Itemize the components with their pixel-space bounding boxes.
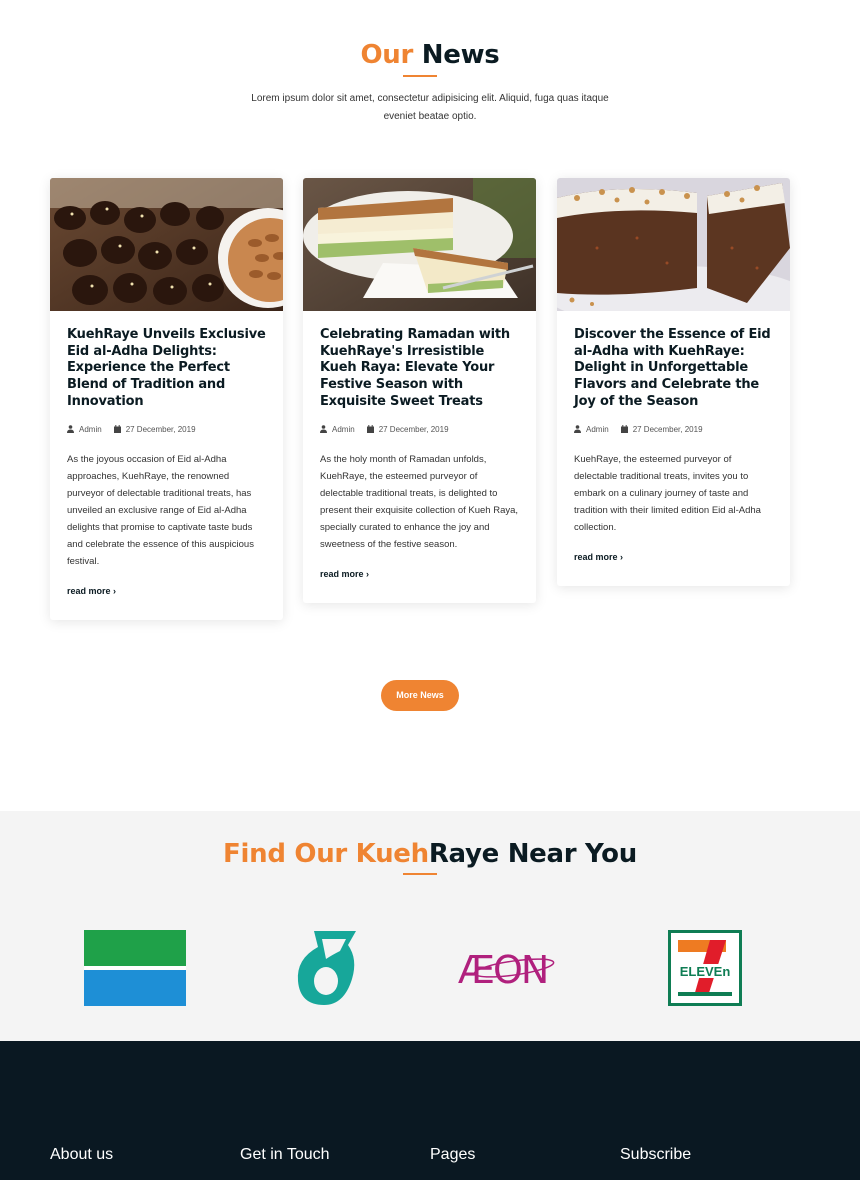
title-rest: News	[421, 40, 500, 70]
user-icon	[574, 424, 581, 435]
news-card-title[interactable]: Discover the Essence of Eid al-Adha with…	[574, 327, 773, 411]
news-intro: Lorem ipsum dolor sit amet, consectetur …	[251, 93, 609, 122]
footer: About us Get in Touch Pages Subscribe	[0, 1041, 860, 1180]
petronas-logo[interactable]	[296, 929, 358, 1011]
news-card-title[interactable]: KuehRaye Unveils Exclusive Eid al-Adha D…	[67, 327, 266, 411]
news-card-date: 27 December, 2019	[378, 425, 449, 435]
calendar-icon	[113, 424, 121, 435]
layered-cake-image	[303, 178, 536, 311]
news-card-date: 27 December, 2019	[125, 425, 196, 435]
title-rest: Raye Near You	[428, 839, 637, 869]
news-card-excerpt: As the joyous occasion of Eid al-Adha ap…	[67, 453, 254, 567]
news-card-author: Admin	[332, 425, 355, 435]
news-card-author: Admin	[586, 425, 609, 435]
news-card: Discover the Essence of Eid al-Adha with…	[557, 178, 790, 586]
news-section: Our News Lorem ipsum dolor sit amet, con…	[0, 0, 860, 811]
news-card-meta: Admin 27 December, 2019	[67, 424, 266, 435]
news-card-meta: Admin 27 December, 2019	[320, 424, 519, 435]
news-card-body: Discover the Essence of Eid al-Adha with…	[557, 311, 790, 586]
aeon-logo[interactable]: ÆON	[456, 946, 574, 994]
news-card-meta: Admin 27 December, 2019	[574, 424, 773, 435]
news-card-body: KuehRaye Unveils Exclusive Eid al-Adha D…	[50, 311, 283, 620]
footer-subscribe-heading: Subscribe	[620, 1146, 692, 1163]
footer-pages-heading: Pages	[430, 1146, 476, 1163]
calendar-icon	[620, 424, 628, 435]
read-more-link[interactable]: read more ›	[574, 552, 773, 562]
user-icon	[320, 424, 327, 435]
title-underline	[403, 75, 437, 77]
aeon-logo-text: ÆON	[458, 948, 547, 990]
news-card-image[interactable]	[303, 178, 536, 311]
stores-section-title: Find Our KuehRaye Near You	[0, 839, 860, 869]
seven-eleven-logo-text: ELEVEn	[680, 964, 731, 979]
news-card: KuehRaye Unveils Exclusive Eid al-Adha D…	[50, 178, 283, 620]
news-card-image[interactable]	[50, 178, 283, 311]
footer-get-in-touch-heading: Get in Touch	[240, 1146, 330, 1163]
read-more-link[interactable]: read more ›	[320, 569, 519, 579]
news-card-excerpt: KuehRaye, the esteemed purveyor of delec…	[574, 453, 761, 533]
news-section-title: Our News	[0, 40, 860, 70]
news-card-title[interactable]: Celebrating Ramadan with KuehRaye's Irre…	[320, 327, 519, 411]
news-card-image[interactable]	[557, 178, 790, 311]
news-card-body: Celebrating Ramadan with KuehRaye's Irre…	[303, 311, 536, 603]
green-blue-flag-logo[interactable]	[84, 930, 186, 1010]
user-icon	[67, 424, 74, 435]
news-card-date: 27 December, 2019	[632, 425, 703, 435]
news-card-author: Admin	[79, 425, 102, 435]
read-more-link[interactable]: read more ›	[67, 586, 266, 596]
more-news-button[interactable]: More News	[381, 680, 459, 711]
title-underline	[403, 873, 437, 875]
carrot-cake-image	[557, 178, 790, 311]
footer-about-us-heading: About us	[50, 1146, 114, 1163]
news-card: Celebrating Ramadan with KuehRaye's Irre…	[303, 178, 536, 603]
seven-eleven-logo[interactable]: ELEVEn	[668, 930, 742, 1010]
calendar-icon	[366, 424, 374, 435]
title-accent: Our	[360, 40, 414, 70]
stores-section: Find Our KuehRaye Near You ÆON ELEVEn	[0, 811, 860, 1041]
dates-almonds-image	[50, 178, 283, 311]
title-accent: Find Our Kueh	[223, 839, 429, 869]
news-card-excerpt: As the holy month of Ramadan unfolds, Ku…	[320, 453, 519, 550]
